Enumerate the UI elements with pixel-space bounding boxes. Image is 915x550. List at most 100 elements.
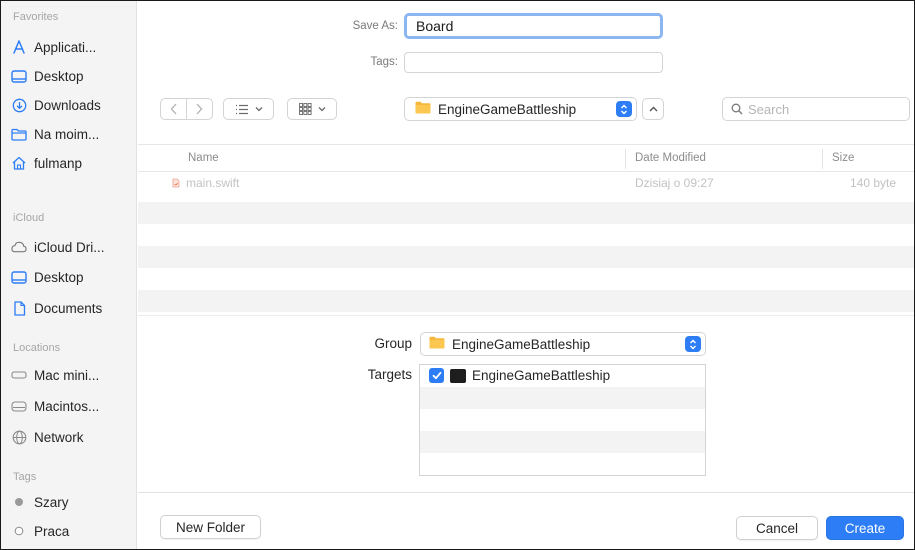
empty-row — [138, 202, 914, 224]
file-size: 140 byte — [850, 176, 897, 190]
empty-row — [420, 409, 705, 431]
chevron-down-icon — [318, 107, 325, 112]
sidebar-item-na-moim[interactable]: Na moim... — [11, 122, 135, 146]
column-date-modified[interactable]: Date Modified — [635, 152, 706, 164]
sidebar-item-macintosh-hd[interactable]: Macintos... — [11, 394, 135, 418]
sidebar-item-icloud-desktop[interactable]: Desktop — [11, 265, 135, 289]
sidebar-item-tag-szary[interactable]: Szary — [11, 490, 135, 514]
empty-row — [138, 246, 914, 268]
cloud-icon — [11, 239, 27, 255]
sidebar-item-label: Mac mini... — [34, 367, 100, 383]
empty-row — [138, 290, 914, 312]
sidebar-item-label: Szary — [34, 494, 69, 510]
file-list: Name Date Modified Size main.swift Dzisi… — [138, 144, 914, 315]
save-as-input[interactable] — [404, 13, 663, 39]
tags-label: Tags: — [370, 56, 399, 68]
target-checkbox[interactable] — [429, 368, 444, 383]
file-row: main.swift Dzisiaj o 09:27 140 byte — [138, 172, 914, 194]
sidebar-item-label: fulmanp — [34, 155, 83, 171]
desktop-icon — [11, 68, 27, 84]
file-date: Dzisiaj o 09:27 — [635, 176, 714, 190]
column-name[interactable]: Name — [188, 152, 219, 164]
applications-icon — [11, 39, 27, 55]
tags-input[interactable] — [404, 52, 663, 73]
sidebar-item-mac-mini[interactable]: Mac mini... — [11, 363, 135, 387]
empty-row — [138, 224, 914, 246]
chevron-right-icon — [197, 103, 203, 115]
search-field[interactable] — [722, 97, 910, 121]
empty-row — [420, 431, 705, 453]
search-icon — [731, 103, 743, 115]
chevron-up-icon — [649, 106, 657, 112]
home-icon — [11, 155, 27, 171]
stepper-icon — [685, 336, 701, 352]
location-select[interactable]: EngineGameBattleship — [404, 97, 637, 121]
empty-row — [420, 453, 705, 475]
sidebar-item-label: Macintos... — [34, 398, 100, 414]
sidebar-item-label: Downloads — [34, 97, 101, 113]
search-input[interactable] — [748, 101, 888, 117]
group-select[interactable]: EngineGameBattleship — [420, 332, 706, 356]
sidebar-item-label: Praca — [34, 523, 70, 539]
sidebar-item-label: Na moim... — [34, 126, 100, 142]
targets-list: EngineGameBattleship — [419, 364, 706, 476]
new-folder-button[interactable]: New Folder — [160, 515, 261, 539]
sidebar-item-documents[interactable]: Documents — [11, 296, 135, 320]
column-size[interactable]: Size — [832, 152, 854, 164]
file-name: main.swift — [186, 176, 240, 190]
history-nav-group — [160, 98, 213, 120]
tag-dot-empty-icon — [11, 523, 27, 539]
sidebar-item-desktop[interactable]: Desktop — [11, 64, 135, 88]
desktop-icon — [11, 269, 27, 285]
sidebar-item-label: Network — [34, 429, 84, 445]
collapse-button[interactable] — [642, 98, 664, 120]
create-button[interactable]: Create — [826, 516, 904, 540]
sidebar-item-icloud-drive[interactable]: iCloud Dri... — [11, 235, 135, 259]
sidebar-item-label: Applicati... — [34, 39, 97, 55]
chevron-down-icon — [255, 107, 262, 112]
group-label: Group — [374, 336, 412, 351]
downloads-icon — [11, 97, 27, 113]
sidebar-item-downloads[interactable]: Downloads — [11, 93, 135, 117]
sidebar-item-tag-praca[interactable]: Praca — [11, 519, 135, 543]
computer-icon — [11, 367, 27, 383]
sidebar-item-label: Desktop — [34, 269, 84, 285]
sidebar-item-label: Documents — [34, 300, 103, 316]
sidebar-section-icloud: iCloud — [13, 212, 45, 224]
save-as-label: Save As: — [352, 20, 398, 32]
file-list-header: Name Date Modified Size — [138, 144, 914, 172]
sidebar-item-home[interactable]: fulmanp — [11, 151, 135, 175]
targets-label: Targets — [367, 367, 412, 382]
tag-dot-gray-icon — [11, 494, 27, 510]
disk-icon — [11, 398, 27, 414]
list-view-icon — [235, 104, 248, 114]
network-icon — [11, 429, 27, 445]
view-list-button[interactable] — [223, 98, 274, 120]
document-icon — [11, 300, 27, 316]
view-grid-button[interactable] — [287, 98, 337, 120]
sidebar-item-label: iCloud Dri... — [34, 239, 105, 255]
target-app-icon — [450, 368, 466, 383]
sidebar: Favorites Applicati... Desktop Downloads… — [1, 1, 137, 549]
target-name: EngineGameBattleship — [472, 368, 611, 383]
sidebar-item-network[interactable]: Network — [11, 425, 135, 449]
location-select-value: EngineGameBattleship — [438, 101, 577, 117]
checkmark-icon — [432, 371, 441, 380]
folder-icon — [415, 101, 431, 117]
empty-row — [420, 387, 705, 409]
folder-icon — [11, 126, 27, 142]
chevron-left-icon — [170, 103, 176, 115]
grid-view-icon — [298, 103, 312, 115]
sidebar-item-applications[interactable]: Applicati... — [11, 35, 135, 59]
back-button[interactable] — [161, 99, 186, 119]
swift-file-icon — [172, 178, 180, 188]
sidebar-section-favorites: Favorites — [13, 11, 59, 23]
sidebar-section-tags: Tags — [13, 471, 37, 483]
stepper-icon — [616, 101, 632, 117]
forward-button[interactable] — [187, 99, 212, 119]
folder-icon — [429, 336, 445, 352]
target-row[interactable]: EngineGameBattleship — [420, 365, 705, 387]
sidebar-item-label: Desktop — [34, 68, 84, 84]
empty-row — [138, 268, 914, 290]
cancel-button[interactable]: Cancel — [736, 516, 818, 540]
